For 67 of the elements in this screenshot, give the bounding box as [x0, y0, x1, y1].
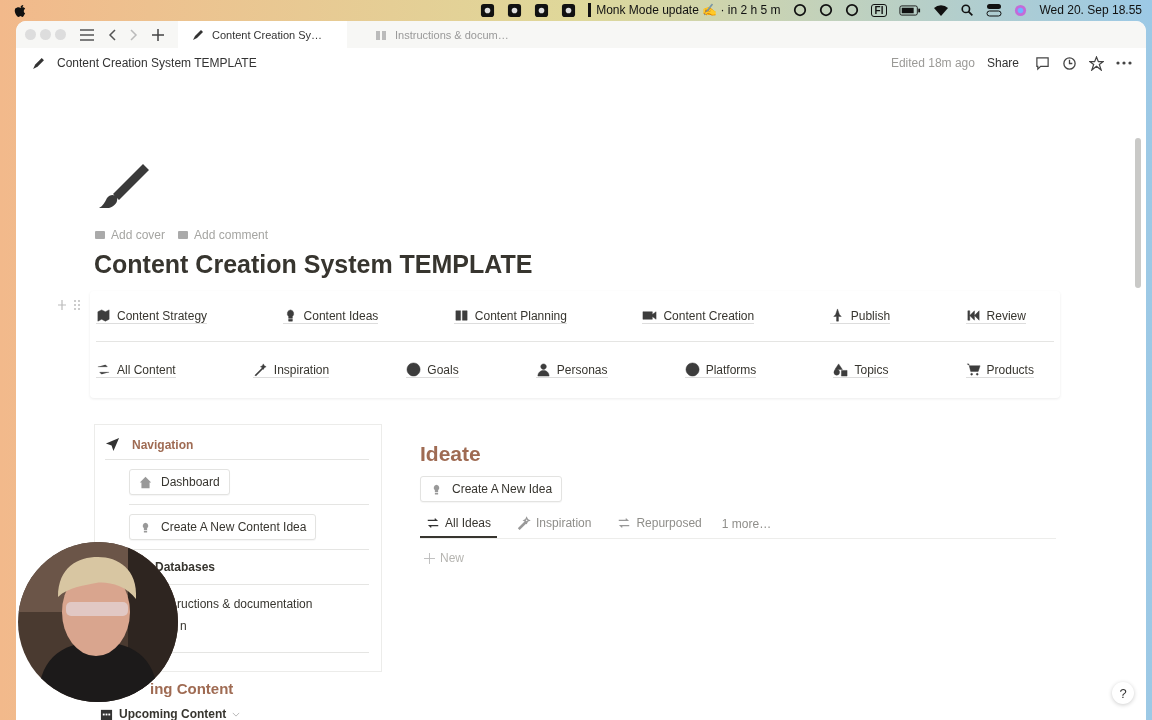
person-icon [535, 362, 551, 377]
arrows-icon [96, 362, 111, 377]
control-center-icon[interactable] [986, 3, 1003, 17]
apple-icon[interactable] [14, 2, 27, 18]
repeat-icon [617, 516, 632, 530]
page-link[interactable]: Content Strategy [96, 308, 208, 324]
book-icon [453, 308, 469, 323]
view-tab[interactable]: All Ideas [420, 510, 498, 538]
cart-icon [965, 362, 981, 377]
navigation-link[interactable]: ructions & documentation [177, 597, 313, 611]
wand-icon [252, 362, 268, 377]
video-camera-icon [642, 308, 658, 323]
more-icon[interactable] [1116, 61, 1132, 65]
image-icon [94, 229, 106, 241]
battery-icon[interactable] [899, 4, 922, 16]
brush-icon [97, 162, 151, 210]
back-icon[interactable] [108, 28, 116, 41]
page-link[interactable]: Platforms [684, 362, 757, 378]
scrollbar-thumb[interactable] [1135, 138, 1141, 288]
database-view-title[interactable]: Upcoming Content [100, 707, 241, 720]
share-button[interactable]: Share [986, 56, 1019, 70]
brush-icon [32, 56, 45, 70]
caret-icon [232, 711, 241, 717]
navigation-heading: Navigation [132, 437, 194, 452]
page-link[interactable]: Publish [829, 308, 891, 324]
edited-time: Edited 18m ago [890, 56, 975, 70]
page-link[interactable]: Content Creation [642, 308, 755, 324]
page-link[interactable]: Inspiration [252, 362, 330, 378]
page-title: Content Creation System TEMPLATE [94, 250, 534, 279]
menubar-clock[interactable]: Wed 20. Sep 18.55 [1039, 3, 1142, 17]
focus-status[interactable]: Monk Mode update ✍ · in 2 h 5 m [588, 3, 781, 17]
page-link[interactable]: Content Ideas [282, 308, 379, 324]
new-idea-button[interactable]: Create A New Idea [420, 476, 563, 502]
plus-icon[interactable] [152, 28, 164, 41]
page-link[interactable]: Content Planning [453, 308, 567, 324]
page-link[interactable]: Review [965, 308, 1026, 324]
menu-icon[interactable] [80, 28, 94, 41]
clock-icon[interactable] [1062, 55, 1077, 71]
page-link[interactable]: Products [965, 362, 1034, 378]
page-link[interactable]: Topics [833, 362, 889, 378]
house-icon [139, 475, 152, 489]
page-link[interactable]: All Content [96, 362, 176, 378]
shapes-icon [833, 362, 849, 377]
navigation-link[interactable]: n [180, 619, 187, 633]
browser-tab[interactable]: Content Creation Sy… [178, 21, 347, 48]
book-icon [375, 28, 387, 41]
navigation-icon [105, 437, 120, 452]
star-icon[interactable] [1089, 55, 1104, 71]
brush-icon [192, 28, 204, 41]
navigation-button[interactable]: Dashboard [129, 469, 230, 495]
page-link[interactable]: Personas [535, 362, 608, 378]
more-views-link[interactable]: 1 more… [721, 517, 772, 531]
arrows-icon [426, 516, 440, 530]
help-button[interactable]: ? [1112, 682, 1134, 704]
search-icon[interactable] [961, 3, 975, 17]
navigation-link[interactable]: Databases [155, 560, 216, 574]
plus-icon [424, 552, 435, 564]
page-breadcrumb[interactable]: Content Creation System TEMPLATE [57, 56, 257, 70]
map-icon [96, 308, 111, 323]
section-heading: Ideate [420, 442, 482, 466]
wand-icon [517, 516, 532, 530]
input-source[interactable]: FI [870, 3, 888, 17]
rewind-icon [965, 308, 981, 323]
page-link[interactable]: Goals [406, 362, 459, 378]
navigation-button[interactable]: Create A New Content Idea [129, 514, 317, 540]
wifi-icon[interactable] [933, 4, 950, 16]
section-heading: ing Content [150, 680, 235, 697]
